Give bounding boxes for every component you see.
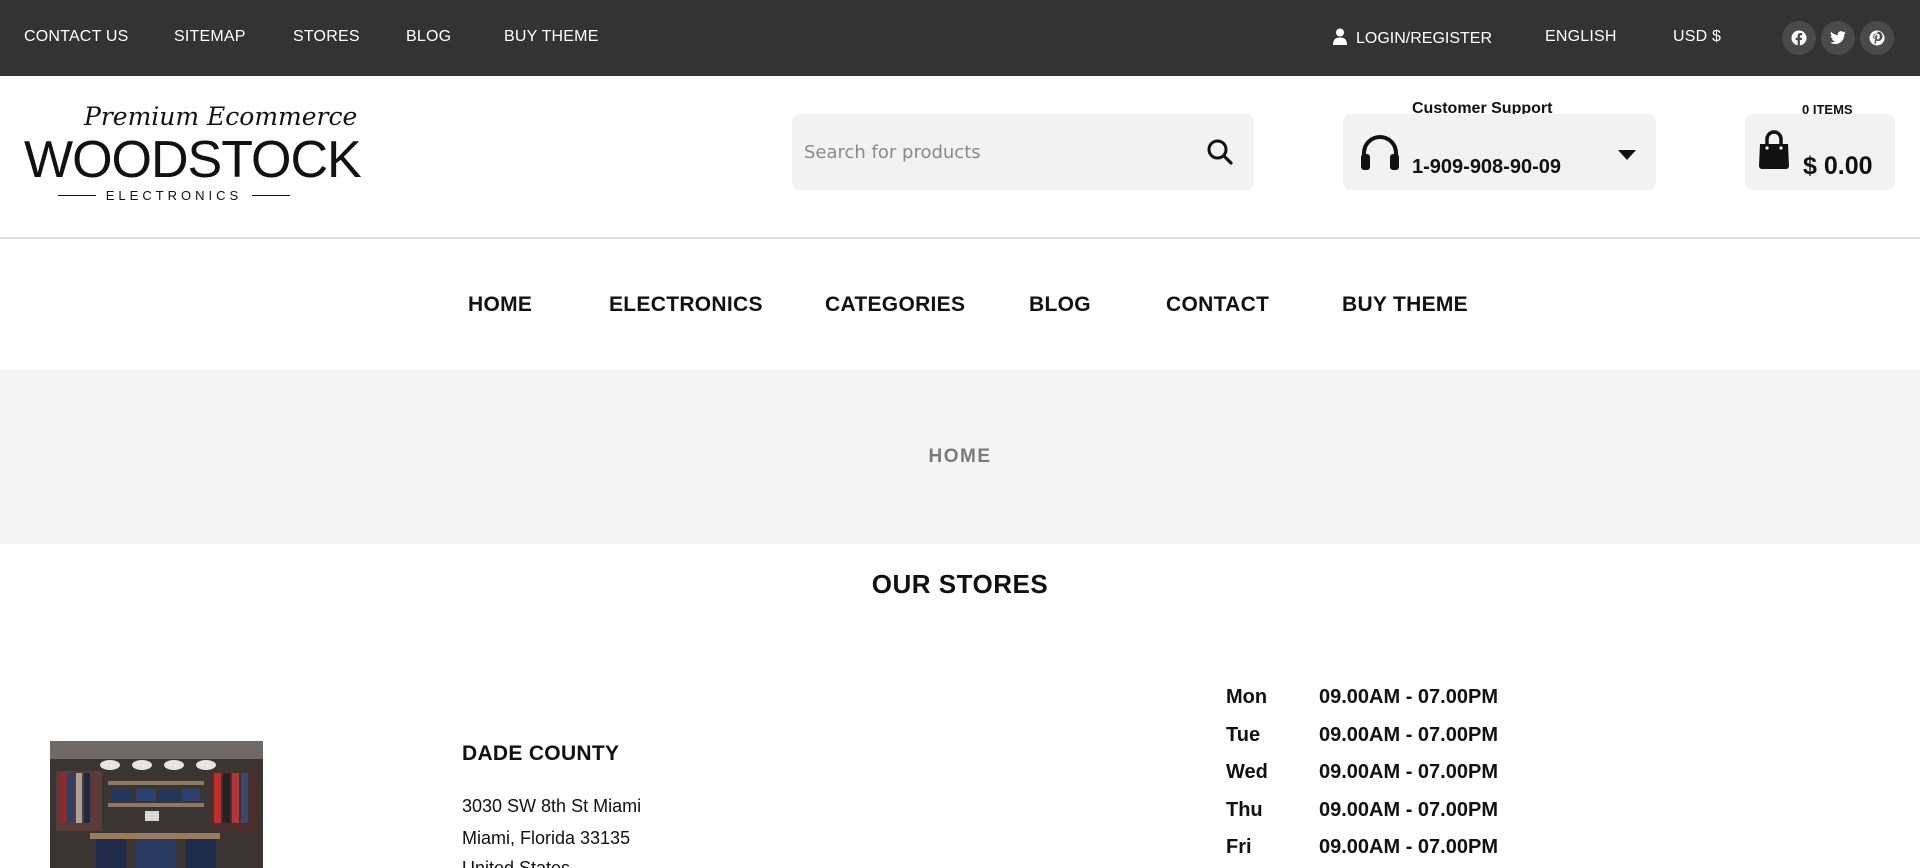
twitter-icon[interactable] xyxy=(1821,21,1855,55)
pinterest-icon[interactable] xyxy=(1860,21,1894,55)
hours-day: Mon xyxy=(1226,686,1268,708)
hours-day: Fri xyxy=(1226,836,1252,858)
hours-day: Thu xyxy=(1226,799,1263,821)
top-bar: CONTACT US SITEMAP STORES BLOG BUY THEME… xyxy=(0,0,1920,76)
search-icon[interactable] xyxy=(1206,138,1234,166)
hours-time: 09.00AM - 07.00PM xyxy=(1319,799,1498,821)
support-phone: 1-909-908-90-09 xyxy=(1412,156,1561,178)
hours-time: 09.00AM - 07.00PM xyxy=(1319,724,1498,746)
cart-total: $ 0.00 xyxy=(1803,152,1873,180)
main-nav: HOME ELECTRONICS CATEGORIES BLOG CONTACT… xyxy=(0,239,1920,370)
logo-tagline: Premium Ecommerce xyxy=(84,102,358,131)
store-address-line: 3030 SW 8th St Miami xyxy=(462,796,642,816)
nav-electronics[interactable]: ELECTRONICS xyxy=(609,293,763,317)
top-link-buy-theme[interactable]: BUY THEME xyxy=(504,28,599,46)
customer-support-dropdown[interactable]: 1-909-908-90-09 xyxy=(1343,114,1656,190)
cart-button[interactable]: $ 0.00 xyxy=(1745,114,1895,190)
language-selector[interactable]: ENGLISH xyxy=(1545,28,1617,46)
facebook-icon[interactable] xyxy=(1782,21,1816,55)
logo-rule-left xyxy=(58,194,96,197)
logo-rule-right xyxy=(252,194,290,197)
logo-brand: WOODSTOCK xyxy=(24,131,362,189)
nav-buy-theme[interactable]: BUY THEME xyxy=(1342,293,1468,317)
login-register-link[interactable]: LOGIN/REGISTER xyxy=(1333,28,1492,50)
nav-home[interactable]: HOME xyxy=(468,293,532,317)
top-link-contact-us[interactable]: CONTACT US xyxy=(24,28,129,46)
top-link-sitemap[interactable]: SITEMAP xyxy=(174,28,246,46)
store-name: DADE COUNTY xyxy=(462,742,620,765)
page-title: OUR STORES xyxy=(871,569,1049,599)
store-address-line: Miami, Florida 33135 xyxy=(462,828,631,848)
hours-time: 09.00AM - 07.00PM xyxy=(1319,836,1498,858)
breadcrumb: HOME xyxy=(0,370,1920,544)
currency-selector[interactable]: USD $ xyxy=(1673,28,1721,46)
hours-time: 09.00AM - 07.00PM xyxy=(1319,686,1498,708)
shopping-bag-icon xyxy=(1757,130,1791,170)
hours-day: Wed xyxy=(1226,761,1268,783)
chevron-down-icon[interactable] xyxy=(1618,150,1636,160)
nav-categories[interactable]: CATEGORIES xyxy=(825,293,965,317)
nav-blog[interactable]: BLOG xyxy=(1029,293,1091,317)
site-header: Premium Ecommerce WOODSTOCK ELECTRONICS … xyxy=(0,76,1920,239)
nav-contact[interactable]: CONTACT xyxy=(1166,293,1269,317)
logo-sub-text: ELECTRONICS xyxy=(105,188,243,203)
hours-day: Tue xyxy=(1226,724,1261,746)
search-bar xyxy=(792,114,1254,190)
top-link-blog[interactable]: BLOG xyxy=(406,28,451,46)
top-link-stores[interactable]: STORES xyxy=(293,28,360,46)
breadcrumb-home[interactable]: HOME xyxy=(0,446,1920,468)
logo-subline: ELECTRONICS xyxy=(58,188,290,203)
store-image xyxy=(50,741,263,868)
store-address-line: United States xyxy=(462,858,571,868)
search-input[interactable] xyxy=(804,114,1184,190)
user-icon xyxy=(1333,28,1347,50)
login-register-label: LOGIN/REGISTER xyxy=(1356,30,1493,47)
site-logo[interactable]: Premium Ecommerce WOODSTOCK ELECTRONICS xyxy=(24,100,362,210)
hours-time: 09.00AM - 07.00PM xyxy=(1319,761,1498,783)
headphones-icon xyxy=(1359,132,1401,172)
